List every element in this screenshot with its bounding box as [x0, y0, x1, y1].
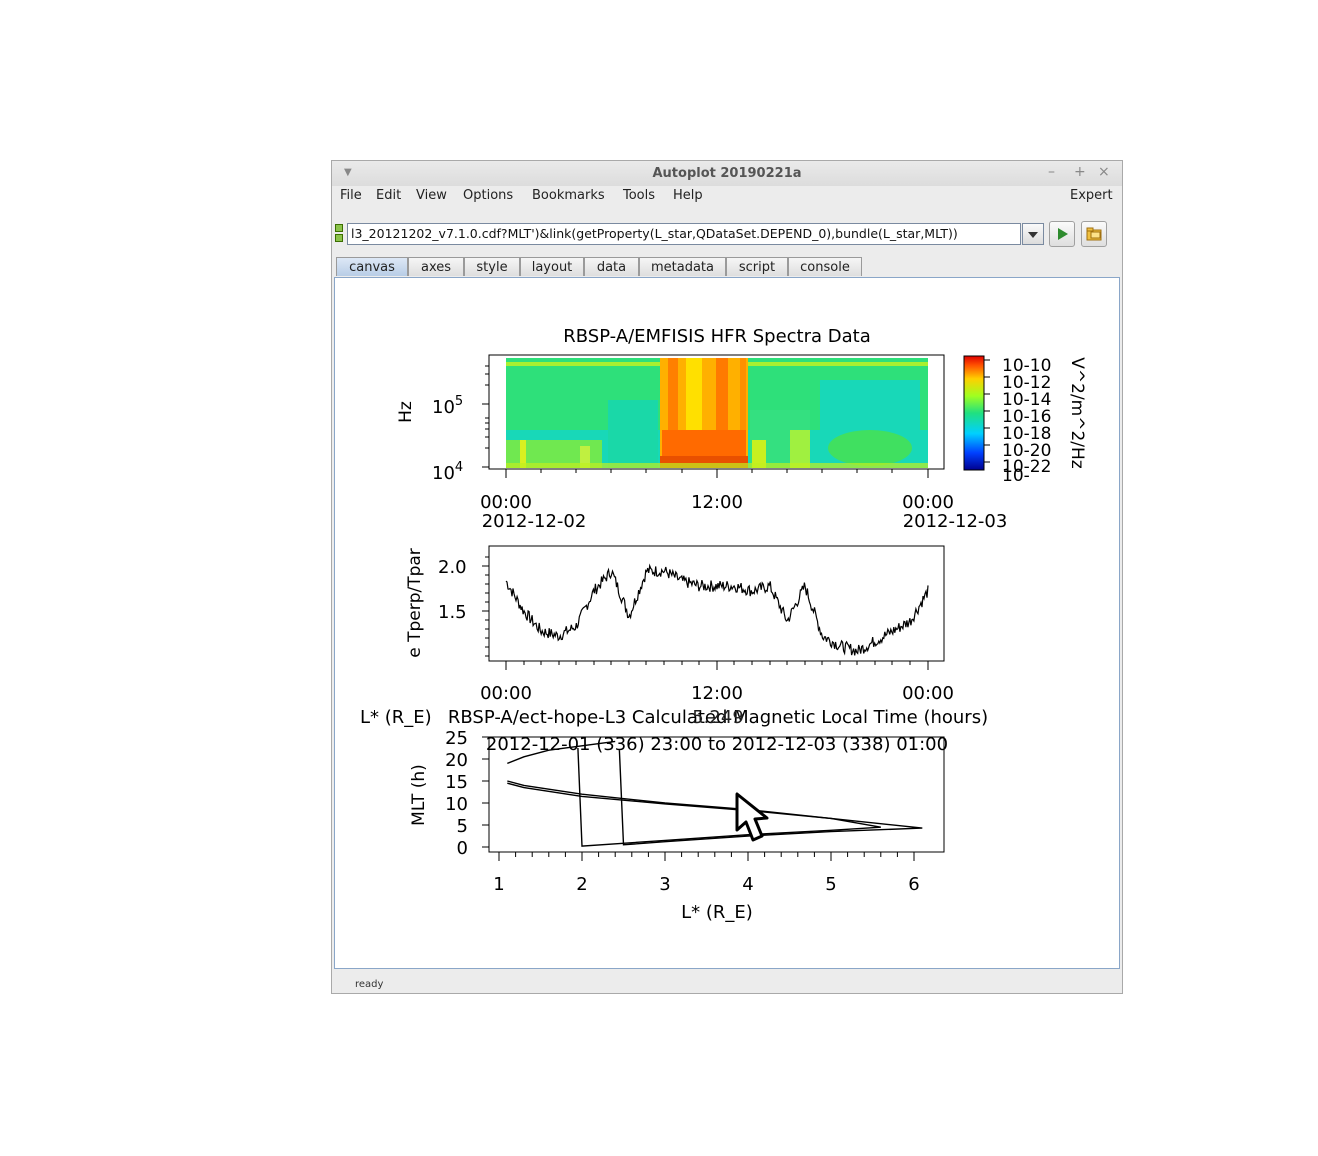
plot3-xtick-2: 2: [576, 874, 587, 895]
mouse-cursor-icon: [735, 792, 769, 842]
plot2-ytick-2: 2.0: [438, 557, 467, 578]
colorbar-ticks: [984, 359, 990, 463]
plot2-series-line: [505, 563, 929, 656]
plot1-xtick-24: 00:00: [902, 492, 954, 513]
plot2-xtick-24: 00:00: [902, 683, 954, 704]
plot3-xlabel: L* (R_E): [681, 902, 753, 923]
plot3-ylabel: MLT (h): [409, 764, 429, 826]
plot1-yticks: [482, 365, 489, 468]
plot3-xtick-4: 4: [742, 874, 753, 895]
colorbar: [963, 355, 985, 471]
plot3-ytick-5: 5: [457, 816, 468, 837]
plot3-series-1: [507, 750, 923, 846]
plot2-ylabel: e Tperp/Tpar: [405, 548, 425, 658]
plots-svg[interactable]: RBSP-A/EMFISIS HFR Spectra Data Hz 105 1…: [0, 0, 1318, 1156]
plot3-xtick-5: 5: [825, 874, 836, 895]
plot3-ytick-0: 0: [457, 838, 468, 859]
plot1-xticks: [505, 469, 929, 478]
plot1-xtick-0-date: 2012-12-02: [482, 511, 587, 532]
plot3-ytick-10: 10: [445, 794, 468, 815]
colorbar-tick-last: 10-: [1002, 466, 1030, 486]
plot2-xtick-12: 12:00: [691, 683, 743, 704]
plot1-xtick-24-date: 2012-12-03: [903, 511, 1008, 532]
plot3-xtick-6: 6: [908, 874, 919, 895]
plot3-ytick-25: 25: [445, 728, 468, 749]
plot3-xtick-1: 1: [493, 874, 504, 895]
plot1-title: RBSP-A/EMFISIS HFR Spectra Data: [563, 326, 870, 347]
plot3-xtick-3: 3: [659, 874, 670, 895]
plot2-yticks: [482, 556, 489, 657]
spectrogram-image: [506, 358, 928, 468]
plot3-left-label: L* (R_E): [360, 707, 432, 728]
plot1-xtick-0: 00:00: [480, 492, 532, 513]
plot3-xticks: [498, 852, 915, 861]
plot2-ytick-15: 1.5: [438, 602, 467, 623]
colorbar-label: V^2/m^2/Hz: [1067, 357, 1087, 469]
plot2-xticks: [505, 661, 929, 670]
plot3-ytick-15: 15: [445, 772, 468, 793]
plot2-frame: [488, 545, 945, 662]
plot1-ytick-1e4: 104: [432, 460, 463, 484]
plot3-overlap-label: 5.249: [692, 707, 744, 728]
plot1-ylabel: Hz: [396, 401, 416, 423]
plot1-ytick-1e5: 105: [432, 394, 463, 418]
plot2-xtick-0: 00:00: [480, 683, 532, 704]
plot3-ytick-20: 20: [445, 750, 468, 771]
plot1-xtick-12: 12:00: [691, 492, 743, 513]
